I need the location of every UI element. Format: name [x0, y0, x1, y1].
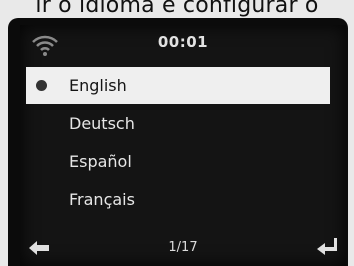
caption-text: ir o idioma e configurar o: [35, 0, 319, 18]
enter-return-icon[interactable]: [316, 237, 338, 257]
language-label: Deutsch: [69, 114, 135, 133]
language-item-espanol[interactable]: Español: [20, 143, 346, 180]
page-indicator: 1/17: [168, 240, 198, 255]
status-bar: 00:01: [20, 25, 346, 63]
language-label: Español: [69, 152, 132, 171]
selected-bullet-icon: [36, 80, 47, 91]
language-item-english[interactable]: English: [26, 67, 330, 104]
footer-bar: 1/17: [20, 232, 346, 266]
language-item-francais[interactable]: Français: [20, 181, 346, 218]
language-list: English Deutsch Español Français: [20, 67, 346, 219]
language-item-deutsch[interactable]: Deutsch: [20, 105, 346, 142]
clock-time: 00:01: [157, 33, 209, 51]
language-label: Français: [69, 190, 135, 209]
device-screen: 00:01 English Deutsch Español Français 1…: [20, 25, 346, 266]
language-label: English: [69, 76, 127, 95]
